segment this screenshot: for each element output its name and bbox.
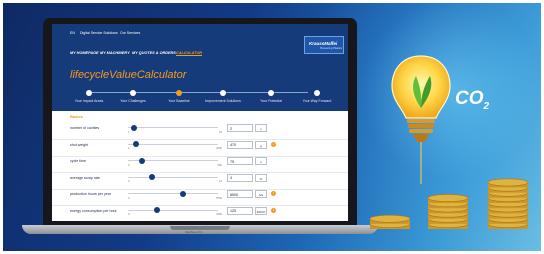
slider-thumb[interactable] xyxy=(149,174,156,181)
info-icon[interactable]: i xyxy=(271,141,276,147)
slider-track[interactable] xyxy=(128,209,218,211)
value-input[interactable]: 6500 xyxy=(227,190,253,198)
coin-icon xyxy=(369,214,411,224)
unit-select[interactable]: h/a xyxy=(255,190,267,198)
slider-track[interactable] xyxy=(128,143,218,145)
logo-brand-text: KraussMaffei xyxy=(309,41,338,46)
unit-select[interactable]: g xyxy=(255,140,267,149)
coin-icon xyxy=(487,178,529,188)
slider-thumb[interactable] xyxy=(131,124,138,131)
nav-my-homepage[interactable]: MY HOMEPAGE xyxy=(70,51,99,55)
laptop-screen: EN Digital Service Solutions Our Service… xyxy=(52,24,348,221)
slider-max: 8760 xyxy=(216,196,222,200)
value-input[interactable]: 125 xyxy=(227,206,253,215)
step-dot xyxy=(268,90,274,96)
slider-max: 2000 xyxy=(216,147,222,150)
field-label: cycle time xyxy=(70,159,86,163)
logo-tagline: Pioneering Plastics xyxy=(320,47,343,50)
slider-max: 1000 xyxy=(216,213,222,216)
slider-min: 0 xyxy=(128,163,130,167)
calculator-form: Basics number of cavities 1 16 2 x shot weigh… xyxy=(52,111,348,221)
unit-select[interactable]: % xyxy=(255,173,267,182)
step-label: Your Way Forward xyxy=(302,99,332,103)
field-label: average scrap rate xyxy=(70,175,100,180)
slider-track[interactable] xyxy=(128,176,218,178)
slider-track[interactable] xyxy=(128,193,218,195)
slider-max: 500 xyxy=(217,163,222,167)
field-label: production hours per year xyxy=(70,192,111,196)
slider-thumb[interactable] xyxy=(133,141,140,148)
step-label: Improvement Solutions xyxy=(205,99,241,103)
coin-icon xyxy=(427,194,469,203)
nav-calculator[interactable]: CALCULATOR xyxy=(176,51,202,55)
slider-min: 0 xyxy=(128,147,130,150)
slider-track[interactable] xyxy=(128,127,218,129)
info-icon[interactable]: i xyxy=(271,207,276,213)
form-row: energy consumption per hour 0 1000 125 kWh/h… xyxy=(52,204,348,222)
step-dot xyxy=(220,90,226,96)
step-dot xyxy=(130,90,136,96)
slider-max: 10 xyxy=(219,180,222,183)
step-dot xyxy=(86,90,92,96)
step-label: Your Impact Areas xyxy=(74,99,104,103)
page-title: lifecycleValueCalculator xyxy=(70,69,187,81)
slider-min: 0 xyxy=(128,213,130,216)
field-label: energy consumption per hour xyxy=(70,208,117,213)
slider-min: 1 xyxy=(128,130,130,134)
step-label: Your Baseline xyxy=(168,99,190,103)
title-bar: lifecycleValueCalculator Your Impact Are… xyxy=(52,61,348,111)
digital-service-link[interactable]: Digital Service Solutions xyxy=(80,31,118,35)
slider-max: 16 xyxy=(219,130,222,134)
slider-thumb[interactable] xyxy=(138,157,145,164)
slider-thumb[interactable] xyxy=(179,190,186,197)
co2-text: CO xyxy=(455,88,484,109)
coin-stacks xyxy=(369,178,529,229)
field-label: number of cavities xyxy=(70,126,100,130)
value-input[interactable]: 2 xyxy=(227,124,253,132)
step-label: Your Challenges xyxy=(120,99,146,103)
step-dot xyxy=(314,90,320,96)
unit-select[interactable]: kWh/h xyxy=(255,206,267,215)
value-input[interactable]: 4 xyxy=(227,173,253,182)
step-dot xyxy=(176,90,182,96)
language-link[interactable]: EN xyxy=(70,31,75,35)
section-heading: Basics xyxy=(70,114,83,119)
co2-label: CO2 xyxy=(455,88,489,112)
our-services-link[interactable]: Our Services xyxy=(120,31,140,35)
value-input[interactable]: 75 xyxy=(227,157,253,165)
brand-logo[interactable]: KraussMaffei Pioneering Plastics xyxy=(304,36,344,54)
co2-subscript: 2 xyxy=(483,100,490,112)
field-label: shot weight xyxy=(70,142,89,147)
slider-min: 0 xyxy=(128,180,130,183)
slider-thumb[interactable] xyxy=(153,207,160,214)
laptop-model-label: MacBook Pro xyxy=(185,230,204,234)
unit-select[interactable]: x xyxy=(255,124,267,132)
unit-select[interactable]: s xyxy=(255,157,267,165)
value-input[interactable]: 470 xyxy=(227,140,253,149)
stepper-line xyxy=(92,92,308,93)
slider-min: 0 xyxy=(128,196,130,200)
nav-my-machinery[interactable]: MY MACHINERY xyxy=(100,51,130,55)
step-label: Your Potential xyxy=(260,99,282,103)
info-icon[interactable]: i xyxy=(271,191,276,196)
nav-my-quotes-orders[interactable]: MY QUOTES & ORDERS xyxy=(132,51,176,55)
